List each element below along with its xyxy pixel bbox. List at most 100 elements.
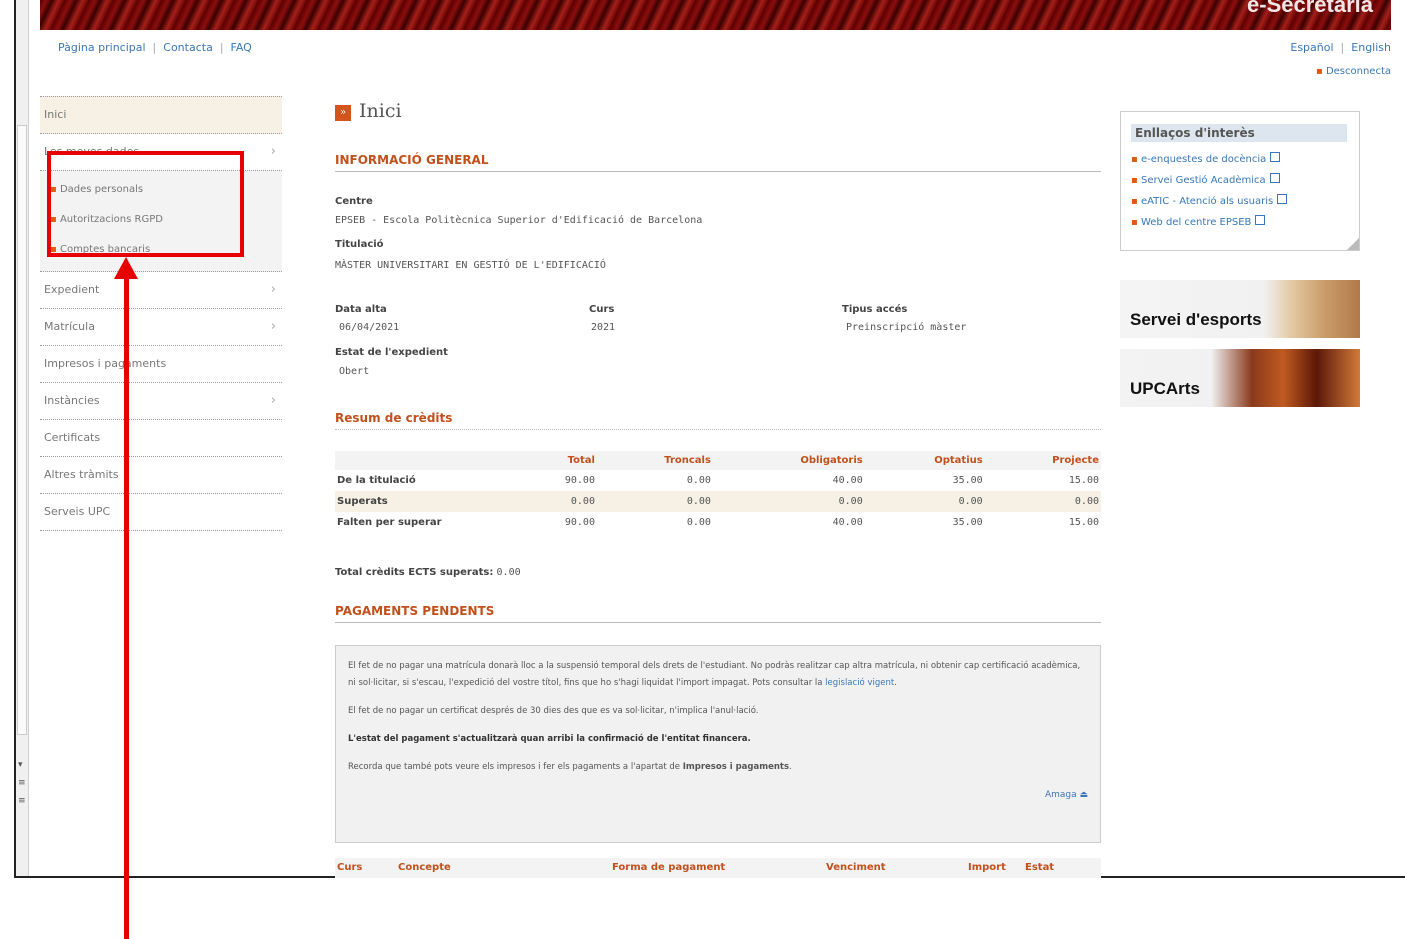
box-corner [1347, 238, 1359, 250]
notice-text: Recorda que també pots veure els impreso… [348, 762, 681, 772]
data-alta-value: 06/04/2021 [339, 322, 400, 333]
nav-home-link[interactable]: Pàgina principal [58, 41, 146, 54]
language-switcher: Español | English [1290, 41, 1391, 54]
sidebar-item-label: Inici [44, 108, 67, 121]
payments-column-header: Curs [337, 862, 363, 873]
centre-label: Centre [335, 196, 373, 207]
bullet-icon: ▪ [1131, 175, 1141, 186]
external-link-icon [1269, 173, 1280, 183]
sidebar-item-label: Altres tràmits [44, 468, 119, 481]
table-cell: Superats [335, 491, 519, 512]
scroll-marker-icon: ≡ [18, 778, 26, 788]
header-banner: e-Secretaria [40, 0, 1391, 30]
table-cell: 0.00 [984, 491, 1101, 512]
promo-label: Servei d'esports [1130, 310, 1262, 329]
table-cell: Falten per superar [337, 517, 442, 528]
total-ects-value: 0.00 [496, 567, 521, 578]
notice-paragraph: El fet de no pagar una matrícula donarà … [348, 661, 1081, 688]
payments-table-header: Curs Concepte Forma de pagament Vencimen… [335, 858, 1101, 878]
sidebar-item-serveis-upc[interactable]: Serveis UPC [40, 494, 282, 531]
nav-separator: | [219, 41, 224, 54]
estat-expedient-label: Estat de l'expedient [335, 347, 448, 358]
table-row: Superats 0.00 0.00 0.00 0.00 0.00 [335, 491, 1101, 512]
nav-contact-link[interactable]: Contacta [163, 41, 213, 54]
table-header-cell: Troncals [596, 451, 713, 470]
promo-upcarts[interactable]: UPCArts [1120, 349, 1360, 407]
main-content: » Inici INFORMACIÓ GENERAL Centre EPSEB -… [335, 100, 1101, 878]
notice-paragraph: L'estat del pagament s'actualitzarà quan… [348, 734, 751, 744]
sidebar-item-inici[interactable]: Inici [40, 96, 282, 134]
chevron-right-icon: › [270, 282, 276, 297]
nav-separator: | [1340, 41, 1345, 54]
curs-value: 2021 [591, 322, 616, 333]
sidebar-item-altres-tramits[interactable]: Altres tràmits [40, 457, 282, 494]
table-cell: 0.00 [596, 491, 713, 512]
sidebar-item-certificats[interactable]: Certificats [40, 420, 282, 457]
sidebar-item-matricula[interactable]: Matrícula › [40, 309, 282, 346]
section-heading-general: INFORMACIÓ GENERAL [335, 153, 1101, 172]
estat-expedient-value: Obert [339, 366, 370, 377]
table-cell: 40.00 [832, 475, 863, 486]
table-row: Falten per superar 90.00 0.00 40.00 35.0… [335, 512, 1101, 533]
payments-column-header: Concepte [398, 862, 451, 873]
promo-servei-esports[interactable]: Servei d'esports [1120, 280, 1360, 338]
table-cell: 0.00 [864, 491, 985, 512]
hide-notice-button[interactable]: Amaga ⏏ [348, 787, 1088, 804]
total-ects: Total crèdits ECTS superats: 0.00 [335, 567, 521, 578]
tipus-acces-value: Preinscripció màster [846, 322, 967, 333]
table-header-cell: Total [519, 451, 597, 470]
table-cell: 15.00 [1068, 517, 1099, 528]
sidebar-item-instancies[interactable]: Instàncies › [40, 383, 282, 420]
data-alta-label: Data alta [335, 304, 387, 315]
table-cell: 0.00 [519, 491, 597, 512]
lang-es-link[interactable]: Español [1290, 41, 1333, 54]
chevron-right-icon: › [270, 144, 276, 159]
table-cell: 0.00 [712, 491, 865, 512]
notice-paragraph: El fet de no pagar un certificat després… [348, 706, 759, 716]
notice-bold-text: Impresos i pagaments [682, 762, 790, 772]
link-e-enquestes[interactable]: ▪ e-enquestes de docència [1131, 152, 1287, 173]
nav-faq-link[interactable]: FAQ [231, 41, 252, 54]
sidebar-item-label: Certificats [44, 431, 101, 444]
bullet-icon: ▪ [1315, 66, 1326, 77]
portal-title: e-Secretaria [1247, 0, 1373, 17]
centre-value: EPSEB - Escola Politècnica Superior d'Ed… [335, 215, 703, 226]
titulacio-value: MÀSTER UNIVERSITARI EN GESTIÓ DE L'EDIFI… [335, 260, 606, 271]
titulacio-label: Titulació [335, 239, 384, 250]
table-cell: 90.00 [564, 517, 595, 528]
arrow-right-icon: » [335, 105, 351, 121]
notice-text: El fet de no pagar una matrícula donarà … [348, 661, 1081, 688]
chevron-right-icon: › [270, 393, 276, 408]
page-title: » Inici [335, 100, 1101, 130]
scrollbar-thumb[interactable] [17, 125, 27, 735]
scroll-down-icon[interactable]: ▾ [18, 760, 23, 770]
links-heading: Enllaços d'interès [1131, 124, 1347, 142]
external-link-icon [1277, 194, 1288, 204]
vertical-scrollbar[interactable]: ▾ ≡ ≡ [16, 0, 29, 876]
legislation-link[interactable]: legislació vigent [825, 678, 894, 688]
notice-paragraph: Recorda que també pots veure els impreso… [348, 762, 792, 772]
bullet-icon: ▪ [1131, 154, 1141, 165]
table-header-cell: Obligatoris [712, 451, 865, 470]
link-servei-gestio[interactable]: ▪ Servei Gestió Acadèmica [1131, 173, 1287, 194]
link-eatic[interactable]: ▪ eATIC - Atenció als usuaris [1131, 194, 1288, 215]
lang-en-link[interactable]: English [1351, 41, 1391, 54]
table-cell: 15.00 [1068, 475, 1099, 486]
sidebar-item-label: Expedient [44, 283, 100, 296]
bullet-icon: ▪ [1131, 196, 1141, 207]
external-link-icon [1255, 215, 1266, 225]
table-header-cell [335, 451, 519, 470]
table-cell: De la titulació [337, 475, 416, 486]
table-header-cell: Optatius [864, 451, 985, 470]
table-cell: 90.00 [564, 475, 595, 486]
link-label: eATIC - Atenció als usuaris [1140, 196, 1274, 207]
table-cell: 0.00 [686, 475, 711, 486]
sidebar-item-impresos-pagaments[interactable]: Impresos i pagaments [40, 346, 282, 383]
table-row: De la titulació 90.00 0.00 40.00 35.00 1… [335, 470, 1101, 491]
link-label: Servei Gestió Acadèmica [1140, 175, 1266, 186]
sidebar-item-expedient[interactable]: Expedient › [40, 272, 282, 309]
logout-link[interactable]: ▪ Desconnecta [1316, 66, 1391, 77]
link-web-centre[interactable]: ▪ Web del centre EPSEB [1131, 215, 1287, 236]
payments-column-header: Import [968, 862, 1006, 873]
link-label: Web del centre EPSEB [1140, 217, 1252, 228]
